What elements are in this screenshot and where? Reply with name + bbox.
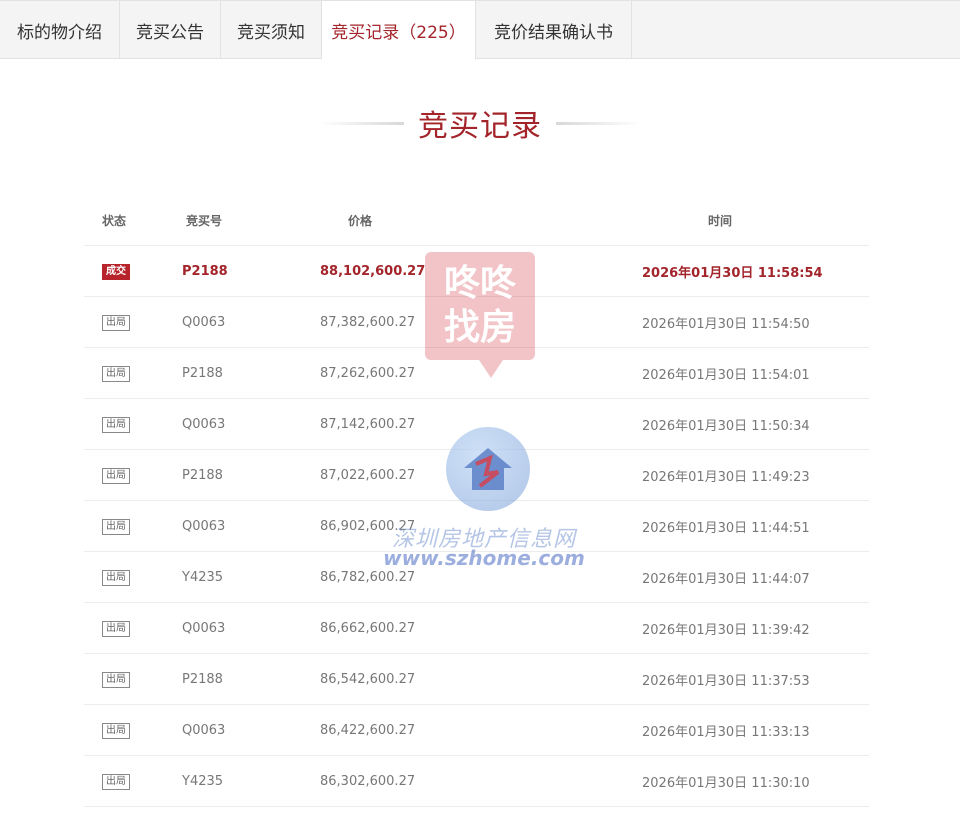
watermark-logo-pointer (479, 360, 503, 378)
heading-divider-right (556, 121, 642, 125)
status-badge: 出局 (102, 518, 130, 535)
row-time: 2026年01月30日 11:33:13 (642, 724, 810, 740)
row-bid-no: Q0063 (182, 416, 226, 432)
row-time: 2026年01月30日 11:30:10 (642, 775, 810, 791)
row-time: 2026年01月30日 11:54:01 (642, 367, 810, 383)
status-badge: 出局 (102, 671, 130, 688)
status-badge: 出局 (102, 467, 130, 484)
row-time: 2026年01月30日 11:44:07 (642, 571, 810, 587)
row-status: 出局 (84, 365, 150, 382)
row-time: 2026年01月30日 11:50:34 (642, 418, 810, 434)
row-status: 成交 (84, 263, 150, 280)
szhome-house-icon (446, 427, 530, 511)
status-badge: 出局 (102, 722, 130, 739)
row-status: 出局 (84, 620, 150, 637)
row-status: 出局 (84, 722, 150, 739)
dongdong-watermark-logo: 咚咚 找房 (425, 252, 535, 360)
row-status: 出局 (84, 467, 150, 484)
tab-item-intro[interactable]: 标的物介绍 (0, 1, 120, 59)
row-bid-no: P2188 (182, 467, 223, 483)
row-bid-no: P2188 (182, 365, 223, 381)
status-badge: 出局 (102, 416, 130, 433)
row-bid-no: Q0063 (182, 620, 226, 636)
row-price: 87,142,600.27 (320, 416, 416, 432)
row-status: 出局 (84, 416, 150, 433)
section-title: 竞买记录 (418, 109, 542, 144)
status-badge: 出局 (102, 569, 130, 586)
table-row: 出局 P2188 86,542,600.27 2026年01月30日 11:37:53 (84, 654, 869, 705)
row-price: 87,262,600.27 (320, 365, 416, 381)
row-bid-no: Y4235 (182, 569, 224, 585)
header-status: 状态 (102, 213, 127, 228)
row-price: 86,542,600.27 (320, 671, 416, 687)
watermark-site-url: www.szhome.com (383, 546, 585, 570)
house-icon (464, 448, 512, 490)
status-badge: 出局 (102, 620, 130, 637)
row-bid-no: P2188 (182, 263, 228, 279)
row-time: 2026年01月30日 11:39:42 (642, 622, 810, 638)
table-row: 出局 Q0063 86,662,600.27 2026年01月30日 11:39:42 (84, 603, 869, 654)
row-status: 出局 (84, 569, 150, 586)
tab-auction-notice[interactable]: 竞买公告 (120, 1, 221, 59)
table-row: 出局 Y4235 86,302,600.27 2026年01月30日 11:30:10 (84, 756, 869, 807)
status-badge: 出局 (102, 314, 130, 331)
watermark-logo-line2: 找房 (443, 307, 516, 348)
status-badge: 出局 (102, 365, 130, 382)
row-time: 2026年01月30日 11:49:23 (642, 469, 810, 485)
header-time: 时间 (708, 213, 733, 228)
heading-divider-left (318, 121, 404, 125)
row-status: 出局 (84, 671, 150, 688)
row-time: 2026年01月30日 11:58:54 (642, 265, 823, 281)
header-bid-no: 竞买号 (186, 213, 223, 228)
tab-bid-rules[interactable]: 竞买须知 (221, 1, 322, 59)
tab-bid-records[interactable]: 竞买记录（225） (322, 1, 476, 60)
header-price: 价格 (348, 213, 373, 228)
row-bid-no: Q0063 (182, 518, 226, 534)
row-bid-no: Y4235 (182, 773, 224, 789)
row-bid-no: Q0063 (182, 722, 226, 738)
row-status: 出局 (84, 773, 150, 790)
status-badge: 出局 (102, 773, 130, 790)
row-status: 出局 (84, 518, 150, 535)
section-heading: 竞买记录 (0, 100, 960, 146)
table-row: 出局 Q0063 86,422,600.27 2026年01月30日 11:33:13 (84, 705, 869, 756)
watermark-logo-line1: 咚咚 (443, 263, 516, 304)
status-badge: 成交 (102, 263, 130, 280)
row-price: 86,422,600.27 (320, 722, 416, 738)
row-bid-no: Q0063 (182, 314, 226, 330)
tab-result-confirmation[interactable]: 竞价结果确认书 (476, 1, 632, 59)
row-time: 2026年01月30日 11:37:53 (642, 673, 810, 689)
tab-bar: 标的物介绍 竞买公告 竞买须知 竞买记录（225） 竞价结果确认书 (0, 0, 960, 60)
table-header: 状态 竞买号 价格 时间 (84, 195, 869, 246)
row-price: 86,302,600.27 (320, 773, 416, 789)
row-price: 86,662,600.27 (320, 620, 416, 636)
row-price: 86,782,600.27 (320, 569, 416, 585)
row-time: 2026年01月30日 11:54:50 (642, 316, 810, 332)
row-status: 出局 (84, 314, 150, 331)
row-bid-no: P2188 (182, 671, 223, 687)
